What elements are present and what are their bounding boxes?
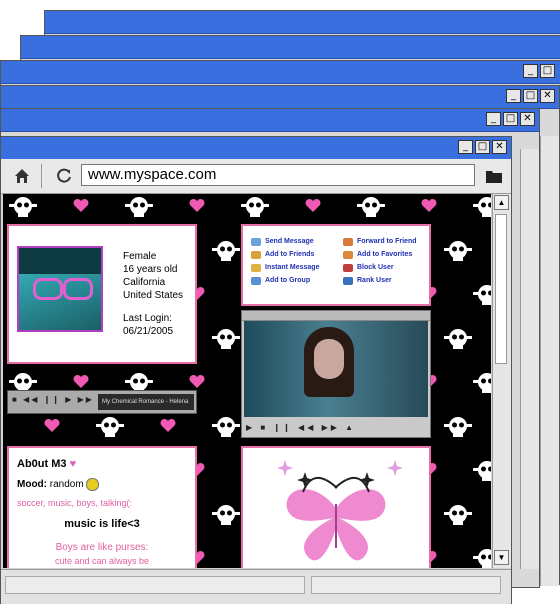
scroll-thumb[interactable]	[495, 214, 507, 364]
maximize-icon[interactable]: □	[475, 140, 490, 154]
mood-label: Mood:	[17, 479, 47, 491]
profile-age: 16 years old	[123, 264, 178, 275]
close-icon[interactable]: ✕	[492, 140, 507, 154]
quote-line-1: Boys are like purses:	[55, 542, 149, 553]
folder-icon[interactable]	[485, 168, 503, 184]
mood-value: random	[49, 479, 84, 491]
contact-link-add-to-group[interactable]: Add to Group	[251, 274, 343, 287]
scroll-up-icon[interactable]: ▲	[494, 195, 509, 210]
profile-gender: Female	[123, 251, 157, 262]
rank-icon	[343, 276, 353, 285]
url-input[interactable]: www.myspace.com	[81, 164, 475, 186]
forward-icon	[343, 237, 353, 246]
profile-page: Female 16 years old California United St…	[3, 194, 491, 568]
title-bar[interactable]	[1, 61, 560, 84]
navigation-bar: www.myspace.com	[1, 159, 511, 194]
music-buttons[interactable]: ■ ◀◀ ❙❙ ▶ ▶▶	[12, 395, 94, 404]
contact-panel: Send Message Forward to Friend Add to Frie…	[241, 224, 431, 306]
contact-link-add-to-favorites[interactable]: Add to Favorites	[343, 248, 433, 261]
video-frame[interactable]	[244, 321, 428, 417]
profile-photo[interactable]	[17, 246, 103, 332]
heart-icon: ♥	[69, 458, 77, 470]
contact-link-label: Send Message	[265, 238, 314, 245]
contact-link-label: Add to Favorites	[357, 251, 413, 258]
contact-link-label: Rank User	[357, 277, 392, 284]
maximize-icon[interactable]: □	[523, 89, 538, 103]
profile-state: California	[123, 277, 166, 288]
minimize-icon[interactable]: _	[486, 112, 501, 126]
minimize-icon[interactable]: _	[458, 140, 473, 154]
contact-link-label: Forward to Friend	[357, 238, 417, 245]
title-bar[interactable]	[45, 11, 560, 34]
status-segment-2	[311, 576, 501, 594]
contact-link-label: Add to Group	[265, 277, 311, 284]
page-scrollbar[interactable]: ▲ ▼	[492, 194, 511, 568]
butterfly-panel	[241, 446, 431, 568]
status-segment-1	[5, 576, 305, 594]
maximize-icon[interactable]: □	[503, 112, 518, 126]
contact-link-instant-message[interactable]: Instant Message	[251, 261, 343, 274]
close-icon[interactable]: ✕	[520, 112, 535, 126]
smiley-icon	[86, 478, 100, 491]
quote-line-2: cute and can always be	[54, 556, 150, 566]
contact-link-forward-to-friend[interactable]: Forward to Friend	[343, 235, 433, 248]
contact-link-label: Add to Friends	[265, 251, 315, 258]
minimize-icon[interactable]: _	[506, 89, 521, 103]
scrollbar[interactable]	[520, 149, 539, 569]
profile-info-panel: Female 16 years old California United St…	[7, 224, 197, 364]
last-login-date: 06/21/2005	[123, 326, 174, 337]
contact-link-label: Block User	[357, 264, 394, 271]
butterfly-icon	[277, 460, 403, 561]
title-bar[interactable]	[1, 109, 539, 132]
profile-country: United States	[123, 290, 184, 301]
browser-window: _ □ ✕ www.myspace.com Female 16 years ol…	[0, 136, 512, 604]
add-friend-icon	[251, 250, 261, 259]
contact-link-rank-user[interactable]: Rank User	[343, 274, 433, 287]
contact-links: Send Message Forward to Friend Add to Frie…	[251, 235, 429, 287]
status-bar	[1, 569, 511, 604]
chat-icon	[251, 263, 261, 272]
about-panel: Ab0ut M3 ♥ Mood: random soccer, music, b…	[7, 446, 197, 568]
contact-link-block-user[interactable]: Block User	[343, 261, 433, 274]
video-controls[interactable]: ▶ ■ ❙❙ ◀◀ ▶▶ ▲	[246, 423, 356, 432]
title-bar[interactable]	[21, 36, 560, 59]
scrollbar[interactable]	[540, 136, 559, 586]
contact-link-add-to-friends[interactable]: Add to Friends	[251, 248, 343, 261]
refresh-icon[interactable]	[55, 167, 73, 185]
video-player[interactable]: ▶ ■ ❙❙ ◀◀ ▶▶ ▲	[241, 310, 431, 438]
home-icon[interactable]	[13, 167, 31, 185]
envelope-icon	[251, 237, 261, 246]
title-bar[interactable]	[1, 86, 559, 109]
star-icon	[343, 250, 353, 259]
music-player: ■ ◀◀ ❙❙ ▶ ▶▶ My Chemical Romance - Helen…	[7, 390, 197, 414]
block-icon	[343, 263, 353, 272]
minimize-icon[interactable]: _	[523, 64, 538, 78]
last-login-label: Last Login:	[123, 313, 172, 324]
interests-text: soccer, music, boys, talking(:	[17, 498, 133, 508]
music-track-display: My Chemical Romance - Helena	[98, 394, 194, 410]
scroll-down-icon[interactable]: ▼	[494, 550, 509, 565]
motto-text: music is life<3	[64, 518, 140, 530]
contact-link-label: Instant Message	[265, 264, 320, 271]
nav-divider	[41, 164, 42, 188]
group-icon	[251, 276, 261, 285]
title-bar[interactable]	[1, 137, 511, 160]
close-icon[interactable]: ✕	[540, 89, 555, 103]
maximize-icon[interactable]: □	[540, 64, 555, 78]
about-heading: Ab0ut M3	[17, 458, 67, 470]
contact-link-send-message[interactable]: Send Message	[251, 235, 343, 248]
